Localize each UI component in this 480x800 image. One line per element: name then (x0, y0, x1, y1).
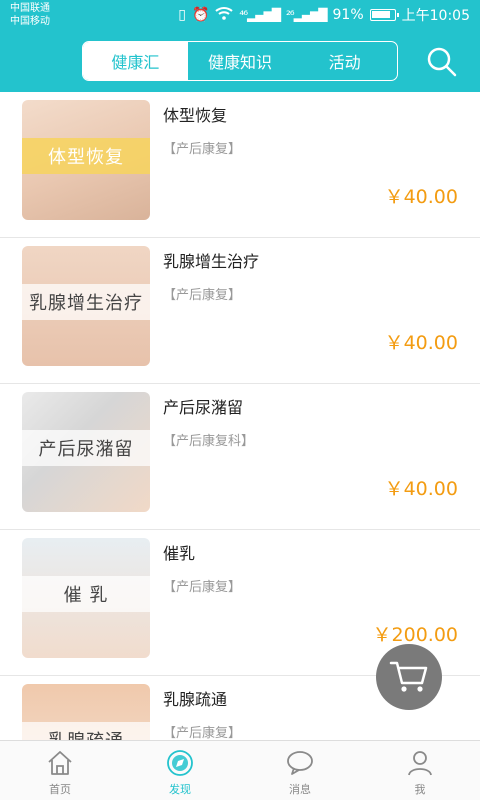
carrier-info: 中国联通 中国移动 (10, 2, 50, 28)
battery-icon (369, 9, 399, 21)
signal-2-label: ²⁶ (285, 8, 295, 22)
tab-health-hub[interactable]: 健康汇 (83, 42, 188, 80)
item-thumbnail: 产后尿潴留 (22, 392, 150, 512)
home-icon (48, 751, 72, 775)
signal-icon-1: ⁴⁶▂▄▆█ (239, 8, 281, 22)
message-icon (287, 751, 313, 775)
status-bar: 中国联通 中国移动 ▯ ⏰ ⁴⁶▂▄▆█ ²⁶▂▄▆█ 91% 上午10:05 (0, 0, 480, 30)
nav-me-label: 我 (414, 783, 426, 796)
item-category: 【产后康复科】 (163, 434, 255, 449)
vibrate-icon: ▯ (178, 7, 186, 23)
header: 健康汇 健康知识 活动 (0, 30, 480, 92)
thumbnail-label: 体型恢复 (22, 138, 150, 174)
segment-tabs: 健康汇 健康知识 活动 (82, 41, 398, 81)
item-price: ￥40.00 (384, 478, 458, 500)
thumbnail-label: 乳腺增生治疗 (22, 284, 150, 320)
wifi-icon (215, 6, 234, 24)
list-item[interactable]: 产后尿潴留 产后尿潴留 【产后康复科】 ￥40.00 (0, 384, 480, 530)
battery-percent: 91% (332, 7, 364, 23)
item-category: 【产后康复】 (163, 288, 242, 303)
thumbnail-label: 产后尿潴留 (22, 430, 150, 466)
alarm-icon: ⏰ (191, 7, 210, 23)
item-price: ￥40.00 (384, 332, 458, 354)
tab-activities[interactable]: 活动 (292, 42, 397, 80)
nav-discover[interactable]: 发现 (120, 741, 240, 800)
item-category: 【产后康复】 (163, 580, 242, 595)
item-title: 乳腺增生治疗 (163, 252, 260, 271)
item-title: 乳腺疏通 (163, 690, 228, 709)
discover-icon (167, 750, 193, 776)
nav-discover-label: 发现 (169, 783, 191, 796)
item-thumbnail: 体型恢复 (22, 100, 150, 220)
signal-icon-2: ²⁶▂▄▆█ (285, 8, 328, 22)
service-list: 体型恢复 体型恢复 【产后康复】 ￥40.00 乳腺增生治疗 乳腺增生治疗 【产… (0, 92, 480, 740)
cart-button[interactable] (376, 644, 442, 710)
cart-icon (389, 661, 428, 692)
nav-home-label: 首页 (49, 783, 71, 796)
item-title: 产后尿潴留 (163, 398, 244, 417)
list-item[interactable]: 乳腺增生治疗 乳腺增生治疗 【产后康复】 ￥40.00 (0, 238, 480, 384)
thumbnail-label: 乳腺疏通 (22, 722, 150, 740)
bottom-nav: 首页 发现 消息 我 (0, 740, 480, 800)
item-category: 【产后康复】 (163, 726, 242, 740)
item-thumbnail: 催 乳 (22, 538, 150, 658)
carrier-1: 中国联通 (10, 3, 50, 14)
item-category: 【产后康复】 (163, 142, 242, 157)
item-title: 催乳 (163, 544, 196, 563)
carrier-2: 中国移动 (10, 16, 50, 27)
item-thumbnail: 乳腺增生治疗 (22, 246, 150, 366)
user-icon (408, 751, 432, 776)
thumbnail-label: 催 乳 (22, 576, 150, 612)
item-price: ￥200.00 (372, 624, 458, 646)
tab-health-knowledge[interactable]: 健康知识 (188, 42, 293, 80)
search-icon[interactable] (426, 46, 458, 78)
item-title: 体型恢复 (163, 106, 228, 125)
list-item[interactable]: 体型恢复 体型恢复 【产后康复】 ￥40.00 (0, 92, 480, 238)
item-thumbnail: 乳腺疏通 (22, 684, 150, 740)
nav-home[interactable]: 首页 (0, 741, 120, 800)
nav-me[interactable]: 我 (360, 741, 480, 800)
status-icons: ▯ ⏰ ⁴⁶▂▄▆█ ²⁶▂▄▆█ 91% 上午10:05 (178, 5, 470, 25)
clock: 上午10:05 (401, 8, 470, 24)
nav-messages[interactable]: 消息 (240, 741, 360, 800)
signal-1-label: ⁴⁶ (239, 8, 248, 22)
item-price: ￥40.00 (384, 186, 458, 208)
nav-messages-label: 消息 (289, 783, 311, 796)
